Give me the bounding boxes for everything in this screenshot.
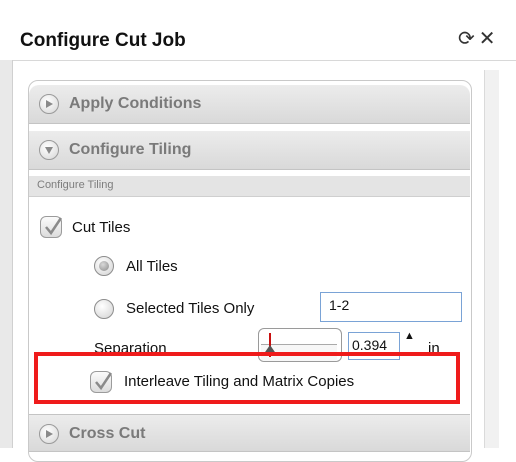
radio-selected-dot — [99, 261, 109, 271]
section-label: Apply Conditions — [69, 95, 202, 112]
collapse-arrow-icon[interactable] — [39, 140, 59, 160]
section-cross-cut[interactable]: Cross Cut — [29, 414, 470, 452]
all-tiles-radio[interactable] — [94, 256, 114, 276]
cut-tiles-checkbox[interactable] — [40, 216, 63, 238]
scrollbar-track[interactable] — [484, 70, 499, 448]
title-divider — [12, 60, 516, 61]
cut-tiles-label: Cut Tiles — [72, 219, 131, 236]
highlight-annotation — [34, 352, 460, 404]
section-label: Configure Tiling — [69, 141, 192, 158]
configure-cut-job-window: Configure Cut Job ⟳✕ Apply Conditions Co… — [0, 0, 516, 462]
section-label: Cross Cut — [69, 425, 146, 442]
selected-tiles-radio[interactable] — [94, 299, 114, 319]
refresh-icon[interactable]: ⟳ — [458, 28, 479, 50]
expand-arrow-icon[interactable] — [39, 94, 59, 114]
subsection-header: Configure Tiling — [29, 176, 470, 197]
close-icon[interactable]: ✕ — [479, 28, 500, 50]
window-controls: ⟳✕ — [458, 26, 500, 51]
subsection-label: Configure Tiling — [37, 179, 114, 191]
all-tiles-label: All Tiles — [126, 258, 178, 275]
selected-tiles-label: Selected Tiles Only — [126, 300, 255, 317]
left-edge-strip — [0, 60, 13, 448]
section-apply-conditions[interactable]: Apply Conditions — [29, 85, 470, 124]
spinner-up-icon[interactable]: ▲ — [404, 330, 415, 342]
window-title: Configure Cut Job — [20, 30, 186, 51]
selected-tiles-input[interactable]: 1-2 — [320, 292, 462, 322]
section-configure-tiling[interactable]: Configure Tiling — [29, 131, 470, 170]
expand-arrow-icon[interactable] — [39, 424, 59, 444]
